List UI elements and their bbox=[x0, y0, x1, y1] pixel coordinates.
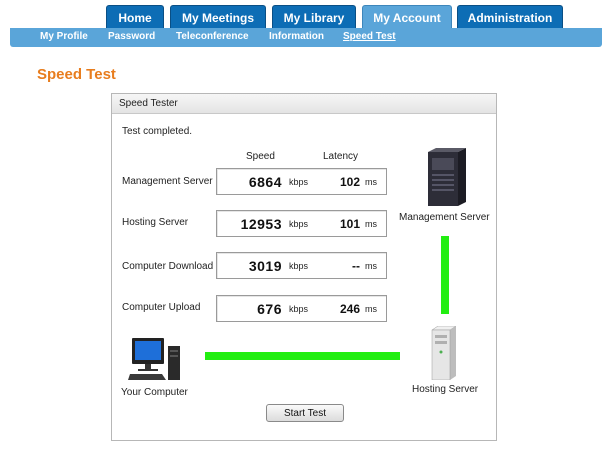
your-computer-label: Your Computer bbox=[121, 387, 188, 398]
tab-administration-label: Administration bbox=[467, 10, 553, 25]
server-connection-bar bbox=[441, 236, 449, 314]
row-label-computer-upload: Computer Upload bbox=[122, 302, 201, 313]
speed-value: 6864 bbox=[248, 174, 282, 190]
tab-my-account-label: My Account bbox=[373, 10, 441, 25]
latency-unit: ms bbox=[365, 219, 377, 229]
latency-value: 102 bbox=[339, 175, 360, 189]
result-box-computer-download: 3019 kbps -- ms bbox=[216, 252, 387, 279]
subnav-teleconference[interactable]: Teleconference bbox=[176, 31, 249, 42]
main-tabs: Home My Meetings My Library My Account A… bbox=[0, 0, 608, 29]
page-title: Speed Test bbox=[37, 66, 116, 83]
panel-title: Speed Tester bbox=[112, 94, 496, 114]
latency-value: 101 bbox=[339, 217, 360, 231]
speed-value: 676 bbox=[257, 301, 282, 317]
speed-column-header: Speed bbox=[246, 151, 275, 162]
subnav-speed-test[interactable]: Speed Test bbox=[343, 31, 396, 42]
speed-unit: kbps bbox=[289, 219, 309, 229]
latency-value: -- bbox=[352, 259, 360, 273]
result-box-computer-upload: 676 kbps 246 ms bbox=[216, 295, 387, 322]
speed-unit: kbps bbox=[289, 261, 309, 271]
speed-unit: kbps bbox=[289, 177, 309, 187]
tab-my-library[interactable]: My Library bbox=[272, 5, 356, 29]
tab-administration[interactable]: Administration bbox=[457, 5, 563, 29]
subnav-my-profile[interactable]: My Profile bbox=[40, 31, 88, 42]
subnav-information[interactable]: Information bbox=[269, 31, 324, 42]
hosting-server-icon bbox=[431, 326, 457, 380]
computer-icon bbox=[128, 338, 180, 380]
latency-unit: ms bbox=[365, 177, 377, 187]
result-box-hosting-server: 12953 kbps 101 ms bbox=[216, 210, 387, 237]
latency-value: 246 bbox=[339, 302, 360, 316]
row-label-management-server: Management Server bbox=[122, 176, 213, 187]
sub-navigation: My Profile Password Teleconference Infor… bbox=[10, 28, 602, 47]
latency-unit: ms bbox=[365, 304, 377, 314]
start-test-button[interactable]: Start Test bbox=[266, 404, 344, 422]
management-server-icon bbox=[428, 148, 466, 206]
management-server-label: Management Server bbox=[399, 212, 490, 223]
latency-unit: ms bbox=[365, 261, 377, 271]
speed-unit: kbps bbox=[289, 304, 309, 314]
subnav-password[interactable]: Password bbox=[108, 31, 155, 42]
tab-home-label: Home bbox=[118, 10, 152, 25]
status-text: Test completed. bbox=[122, 126, 193, 137]
speed-value: 12953 bbox=[240, 216, 282, 232]
result-box-management-server: 6864 kbps 102 ms bbox=[216, 168, 387, 195]
speed-value: 3019 bbox=[248, 258, 282, 274]
row-label-hosting-server: Hosting Server bbox=[122, 217, 189, 228]
tab-my-library-label: My Library bbox=[283, 10, 345, 25]
latency-column-header: Latency bbox=[323, 151, 359, 162]
tab-my-meetings[interactable]: My Meetings bbox=[170, 5, 266, 29]
computer-connection-bar bbox=[205, 352, 400, 360]
tab-my-account[interactable]: My Account bbox=[362, 5, 452, 29]
tab-my-meetings-label: My Meetings bbox=[181, 10, 254, 25]
row-label-computer-download: Computer Download bbox=[122, 261, 214, 272]
tab-home[interactable]: Home bbox=[106, 5, 164, 29]
hosting-server-label: Hosting Server bbox=[412, 384, 479, 395]
